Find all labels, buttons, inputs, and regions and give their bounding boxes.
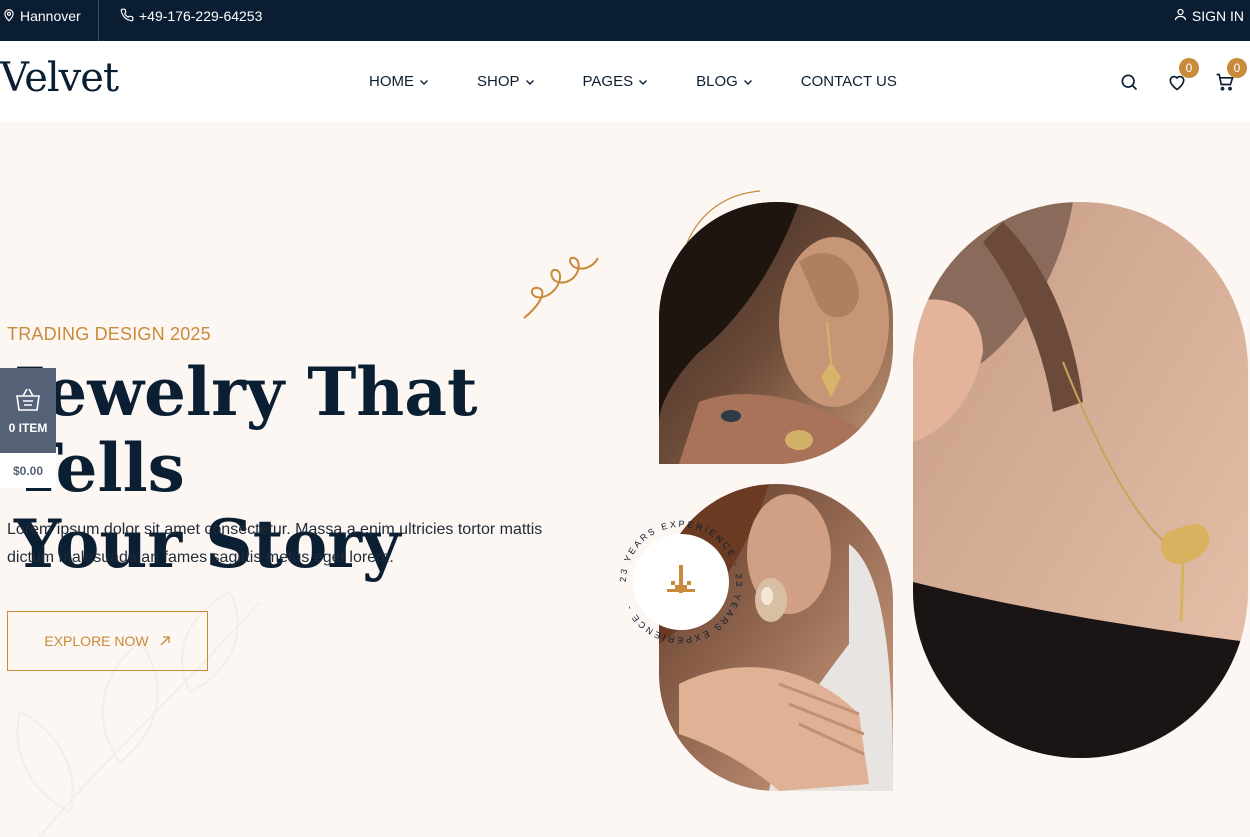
hero-description: Lorem ipsum dolor sit amet consectetur. … xyxy=(7,521,543,566)
experience-badge: 23 YEARS EXPERIENCE - 23 YEARS EXPERIENC… xyxy=(618,519,742,645)
search-icon xyxy=(1121,74,1138,90)
chevron-down-icon xyxy=(743,79,752,85)
hero-subtitle: TRADING DESIGN 2025 xyxy=(7,324,211,344)
user-icon xyxy=(1173,7,1188,25)
nav-home-label: HOME xyxy=(369,73,414,90)
nav-home[interactable]: HOME xyxy=(369,73,429,90)
topbar-divider xyxy=(98,0,99,41)
basket-icon xyxy=(16,388,40,411)
explore-now-label: EXPLORE NOW xyxy=(44,633,149,649)
hero-title-line-1: Jewelry That Tells xyxy=(14,353,478,507)
chevron-down-icon xyxy=(525,79,534,85)
chevron-down-icon xyxy=(639,79,648,85)
phone-icon xyxy=(120,8,134,25)
nav-shop-label: SHOP xyxy=(477,73,520,90)
wishlist-count-badge: 0 xyxy=(1179,57,1199,78)
earring-photo xyxy=(659,202,893,464)
nav-contact-label: CONTACT US xyxy=(800,73,897,90)
cart-widget-top: 0 ITEM xyxy=(0,368,56,453)
phone-text: +49-176-229-64253 xyxy=(139,8,263,24)
swirl-decoration xyxy=(523,256,599,319)
location: Hannover xyxy=(0,0,81,32)
floating-cart-widget[interactable]: 0 ITEM $0.00 xyxy=(0,368,56,488)
top-bar: Hannover +49-176-229-64253 SIGN IN xyxy=(0,0,1250,41)
cart-widget-items: 0 ITEM xyxy=(8,420,48,435)
header-icons: 0 0 xyxy=(1118,41,1247,122)
phone[interactable]: +49-176-229-64253 xyxy=(120,0,262,32)
chevron-down-icon xyxy=(420,79,428,85)
cart-button[interactable]: 0 xyxy=(1214,57,1247,93)
sign-in-label: SIGN IN xyxy=(1191,8,1244,24)
nav-blog-label: BLOG xyxy=(696,73,738,90)
necklace-photo xyxy=(913,202,1248,758)
arrow-up-right-icon xyxy=(160,636,170,646)
location-text: Hannover xyxy=(20,8,81,24)
wishlist-button[interactable]: 0 xyxy=(1166,57,1199,93)
main-nav: HOME SHOP PAGES BLOG CONTACT US xyxy=(369,41,897,122)
search-button[interactable] xyxy=(1118,71,1140,93)
nav-pages[interactable]: PAGES xyxy=(583,73,649,90)
main-header: Velvet HOME SHOP PAGES BLOG CONTACT US 0 xyxy=(0,41,1250,122)
nav-pages-label: PAGES xyxy=(582,73,634,90)
logo[interactable]: Velvet xyxy=(0,55,119,101)
nav-blog[interactable]: BLOG xyxy=(696,73,753,90)
nav-shop[interactable]: SHOP xyxy=(477,73,535,90)
sign-in-link[interactable]: SIGN IN xyxy=(1173,0,1244,32)
cart-widget-total: $0.00 xyxy=(0,453,56,488)
explore-now-button[interactable]: EXPLORE NOW xyxy=(7,611,208,671)
nav-contact[interactable]: CONTACT US xyxy=(801,73,897,90)
location-pin-icon xyxy=(2,8,16,25)
hero-section: TRADING DESIGN 2025 Jewelry That Tells Y… xyxy=(0,122,1250,837)
leaf-decoration xyxy=(16,590,261,837)
cart-count-badge: 0 xyxy=(1227,57,1247,78)
